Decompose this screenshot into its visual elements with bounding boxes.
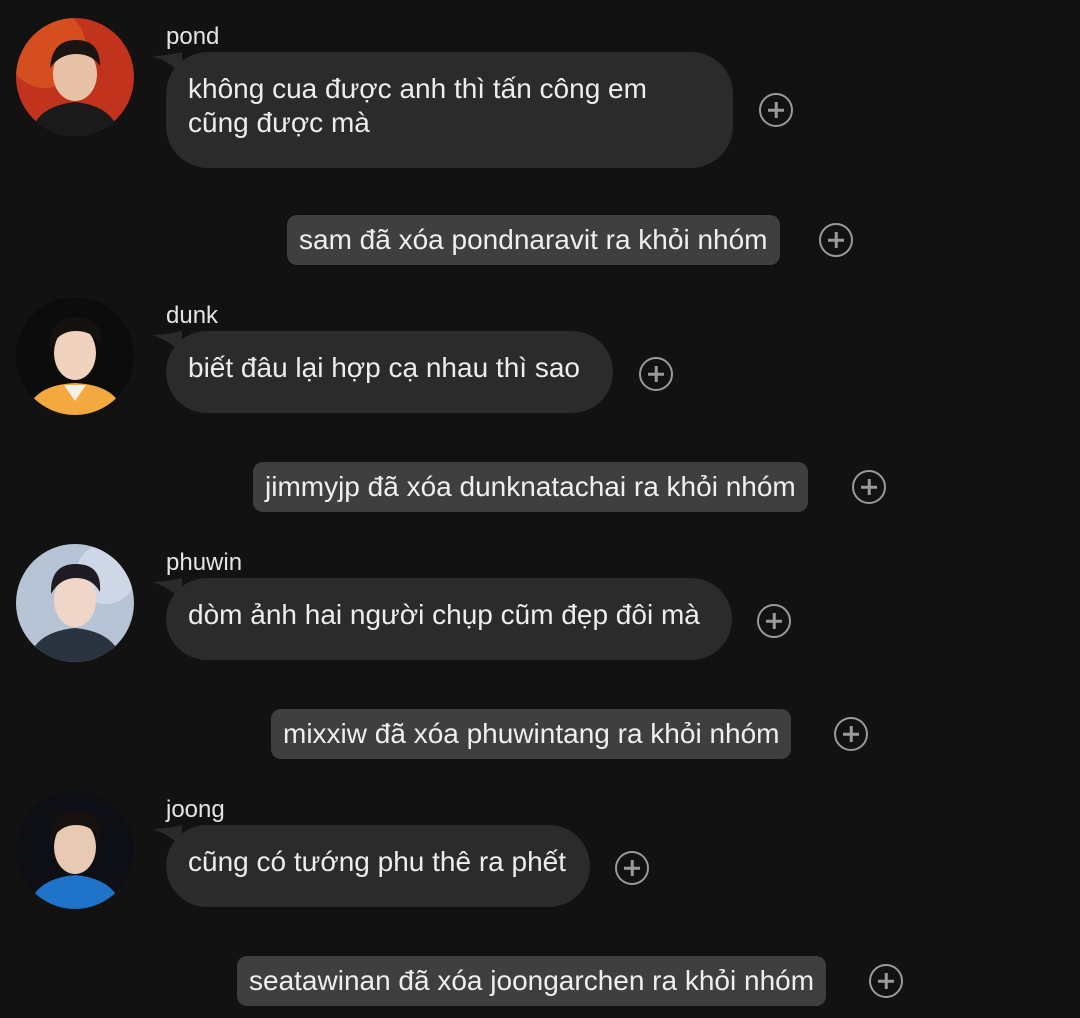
system-notice: jimmyjp đã xóa dunknatachai ra khỏi nhóm bbox=[253, 462, 808, 512]
sender-name: pond bbox=[166, 23, 220, 50]
add-reaction-icon[interactable] bbox=[834, 717, 868, 751]
avatar-dunk[interactable] bbox=[16, 297, 134, 415]
add-reaction-icon[interactable] bbox=[759, 93, 793, 127]
system-notice: seatawinan đã xóa joongarchen ra khỏi nh… bbox=[237, 956, 827, 1006]
message-bubble[interactable]: cũng có tướng phu thê ra phết bbox=[166, 825, 590, 907]
chat-thread: pond không cua được anh thì tấn công em … bbox=[0, 0, 1080, 1018]
avatar-pond[interactable] bbox=[16, 18, 134, 136]
add-reaction-icon[interactable] bbox=[757, 604, 791, 638]
add-reaction-icon[interactable] bbox=[852, 470, 886, 504]
sender-name: dunk bbox=[166, 302, 219, 329]
add-reaction-icon[interactable] bbox=[819, 223, 853, 257]
system-notice: mixxiw đã xóa phuwintang ra khỏi nhóm bbox=[271, 709, 792, 759]
message-bubble[interactable]: dòm ảnh hai người chụp cũm đẹp đôi mà bbox=[166, 578, 732, 660]
message-bubble[interactable]: không cua được anh thì tấn công em cũng … bbox=[166, 52, 733, 168]
avatar-joong[interactable] bbox=[16, 791, 134, 909]
system-notice: sam đã xóa pondnaravit ra khỏi nhóm bbox=[287, 215, 780, 265]
sender-name: joong bbox=[166, 796, 225, 823]
add-reaction-icon[interactable] bbox=[615, 851, 649, 885]
avatar-phuwin[interactable] bbox=[16, 544, 134, 662]
sender-name: phuwin bbox=[166, 549, 243, 576]
add-reaction-icon[interactable] bbox=[869, 964, 903, 998]
message-bubble[interactable]: biết đâu lại hợp cạ nhau thì sao bbox=[166, 331, 613, 413]
add-reaction-icon[interactable] bbox=[639, 357, 673, 391]
